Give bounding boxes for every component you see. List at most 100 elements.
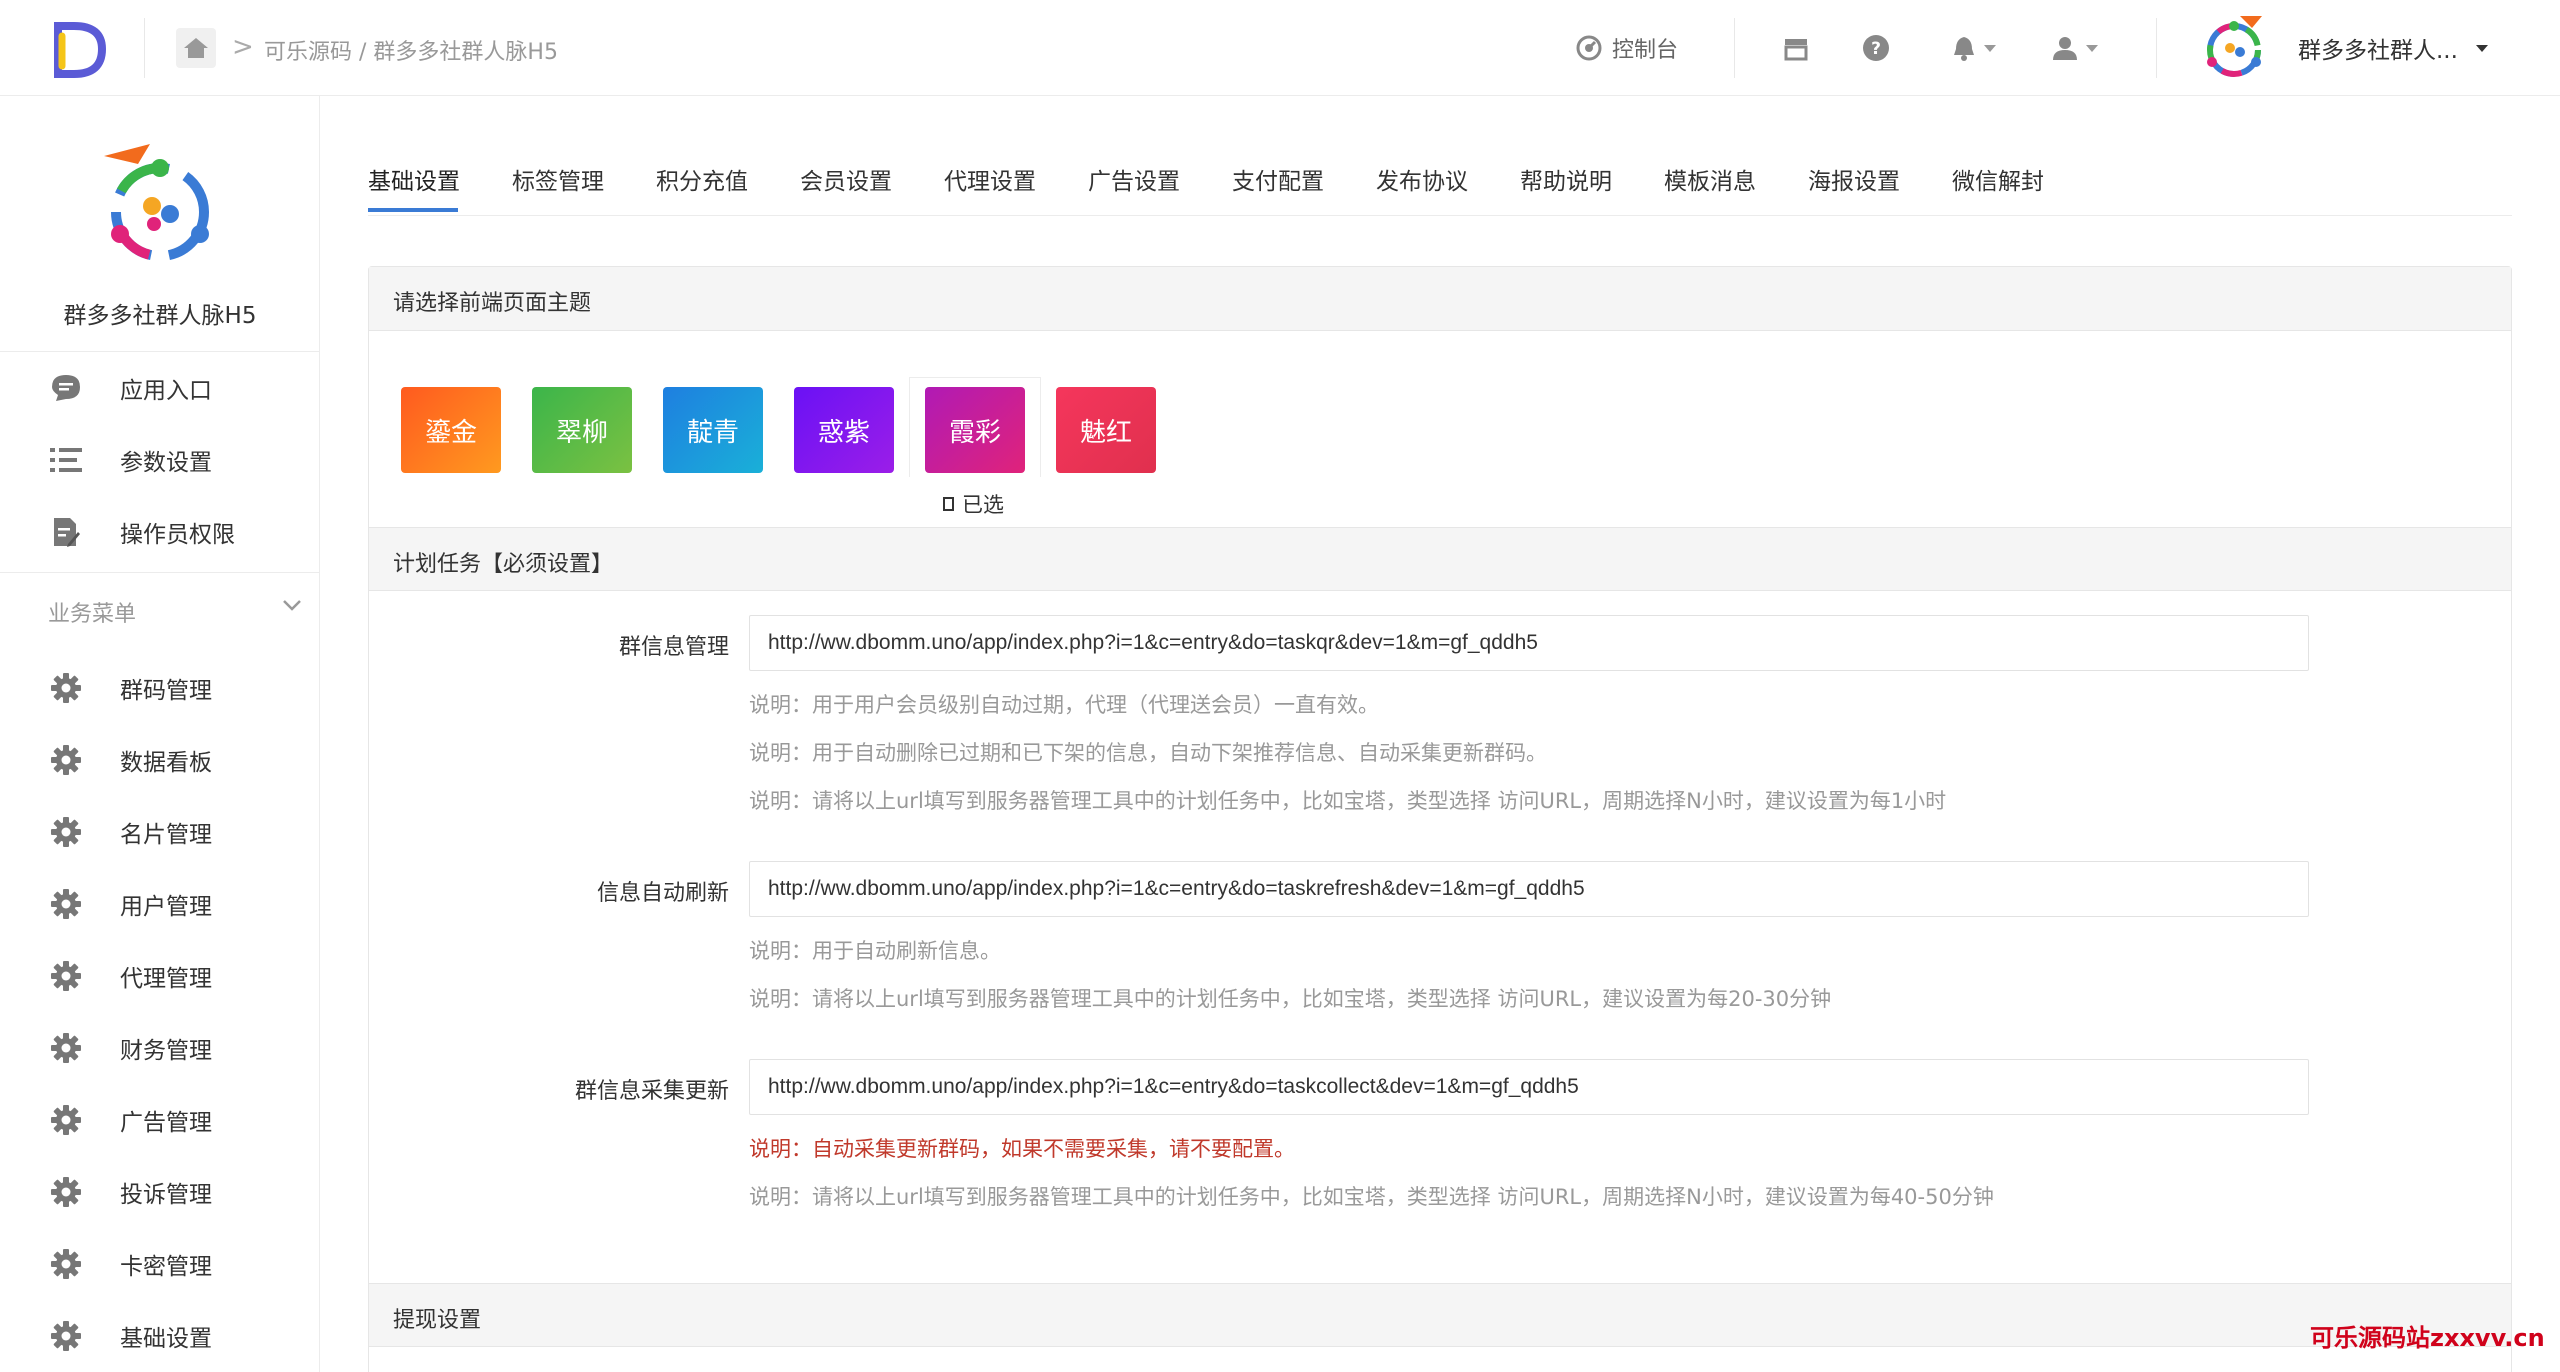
cron-note: 说明：用于自动删除已过期和已下架的信息，自动下架推荐信息、自动采集更新群码。	[749, 741, 1547, 765]
tab-3[interactable]: 积分充值	[656, 162, 748, 196]
sidebar-item-7[interactable]: 广告管理	[0, 1090, 320, 1150]
cron-note: 说明：请将以上url填写到服务器管理工具中的计划任务中，比如宝塔，类型选择 访问…	[749, 789, 1947, 813]
tab-2[interactable]: 标签管理	[512, 162, 604, 196]
sidebar-item-label: 数据看板	[120, 750, 212, 776]
sidebar-item-2[interactable]: 数据看板	[0, 730, 320, 790]
user-icon	[2053, 37, 2077, 60]
selected-indicator: 已选	[943, 489, 1004, 519]
console-label: 控制台	[1612, 38, 1679, 63]
cron-note: 说明：用于自动刷新信息。	[749, 939, 1001, 963]
cron-url-input[interactable]: http://ww.dbomm.uno/app/index.php?i=1&c=…	[749, 861, 2309, 917]
sidebar-item-label: 代理管理	[120, 966, 212, 992]
withdraw-section-header: 提现设置	[369, 1283, 2511, 1347]
chevron-down-icon[interactable]	[282, 598, 302, 612]
sidebar-item-label: 基础设置	[120, 1326, 212, 1352]
selected-label: 已选	[962, 493, 1004, 517]
avatar[interactable]	[2200, 14, 2268, 82]
sidebar-item-6[interactable]: 财务管理	[0, 1018, 320, 1078]
tab-8[interactable]: 发布协议	[1376, 162, 1468, 196]
top-header: > 可乐源码 / 群多多社群人脉H5 控制台 ? 群多多社群人...	[0, 0, 2560, 96]
tab-4[interactable]: 会员设置	[800, 162, 892, 196]
cron-section-header: 计划任务【必须设置】	[369, 527, 2511, 591]
console-link[interactable]: 控制台	[1576, 28, 1678, 68]
theme-option-6[interactable]: 魅红	[1056, 387, 1156, 473]
theme-section-header: 请选择前端页面主题	[369, 267, 2511, 331]
settings-tabs: 基础设置 标签管理 积分充值 会员设置 代理设置 广告设置 支付配置 发布协议 帮助说明 模板消息…	[368, 140, 2512, 216]
theme-option-2[interactable]: 翠柳	[532, 387, 632, 473]
theme-option-5[interactable]: 霞彩	[925, 387, 1025, 473]
user-name: 群多多社群人...	[2298, 38, 2458, 64]
app-title: 群多多社群人脉H5	[63, 303, 257, 329]
theme-option-1[interactable]: 鎏金	[401, 387, 501, 473]
section-title: 提现设置	[393, 1308, 482, 1333]
header-divider	[144, 18, 145, 78]
gear-icon	[50, 816, 82, 848]
help-button[interactable]: ?	[1862, 28, 1890, 68]
sidebar-group-label[interactable]: 业务菜单	[48, 596, 136, 628]
section-title: 请选择前端页面主题	[393, 291, 592, 316]
theme-option-4[interactable]: 惑紫	[794, 387, 894, 473]
notifications-button[interactable]	[1952, 28, 1996, 68]
gear-icon	[50, 1248, 82, 1280]
cron-note: 说明：用于用户会员级别自动过期，代理（代理送会员）一直有效。	[749, 693, 1379, 717]
gear-icon	[50, 744, 82, 776]
sidebar-item-3[interactable]: 名片管理	[0, 802, 320, 862]
sidebar-item-label: 参数设置	[120, 450, 212, 476]
gear-icon	[50, 888, 82, 920]
cron-note: 说明：请将以上url填写到服务器管理工具中的计划任务中，比如宝塔，类型选择 访问…	[749, 1185, 1994, 1209]
store-button[interactable]	[1782, 28, 1810, 68]
sidebar-item-operator-permissions[interactable]: 操作员权限	[0, 502, 320, 562]
sidebar-item-10[interactable]: 基础设置	[0, 1306, 320, 1366]
app-logo[interactable]	[48, 18, 110, 80]
theme-option-3[interactable]: 靛青	[663, 387, 763, 473]
home-icon	[184, 38, 208, 58]
sidebar-divider	[0, 351, 320, 352]
breadcrumb[interactable]: 可乐源码 / 群多多社群人脉H5	[264, 34, 558, 66]
tab-9[interactable]: 帮助说明	[1520, 162, 1612, 196]
tab-11[interactable]: 海报设置	[1808, 162, 1900, 196]
sidebar-item-label: 名片管理	[120, 822, 212, 848]
sidebar-item-label: 投诉管理	[120, 1182, 212, 1208]
cron-row-label: 群信息管理	[618, 635, 729, 660]
watermark: 可乐源码站zxxvv.cn	[2310, 1324, 2545, 1352]
sidebar-item-8[interactable]: 投诉管理	[0, 1162, 320, 1222]
help-icon: ?	[1863, 35, 1889, 61]
sidebar-item-label: 群码管理	[120, 678, 212, 704]
tab-6[interactable]: 广告设置	[1088, 162, 1180, 196]
sidebar-item-4[interactable]: 用户管理	[0, 874, 320, 934]
tab-1[interactable]: 基础设置	[368, 162, 460, 196]
sidebar-item-label: 操作员权限	[120, 522, 235, 548]
header-divider	[1734, 18, 1735, 78]
sidebar-item-params[interactable]: 参数设置	[0, 430, 320, 490]
sidebar-item-label: 应用入口	[120, 378, 212, 404]
chevron-down-icon	[1984, 44, 1996, 52]
sidebar-item-5[interactable]: 代理管理	[0, 946, 320, 1006]
account-menu-button[interactable]	[2052, 28, 2098, 68]
breadcrumb-separator: >	[232, 32, 254, 62]
tab-7[interactable]: 支付配置	[1232, 162, 1324, 196]
gear-icon	[50, 1104, 82, 1136]
list-icon	[50, 444, 82, 476]
store-icon	[1784, 39, 1808, 61]
cron-note: 说明：请将以上url填写到服务器管理工具中的计划任务中，比如宝塔，类型选择 访问…	[749, 987, 1832, 1011]
settings-panel: 请选择前端页面主题 鎏金 翠柳 靛青 惑紫 霞彩 魅红 已选 计划任务【必须设置】 群信息…	[368, 266, 2512, 1372]
sidebar-item-1[interactable]: 群码管理	[0, 658, 320, 718]
tab-5[interactable]: 代理设置	[944, 162, 1036, 196]
sidebar-item-9[interactable]: 卡密管理	[0, 1234, 320, 1294]
gear-icon	[50, 1032, 82, 1064]
cron-row-label: 信息自动刷新	[596, 881, 729, 906]
section-title: 计划任务【必须设置】	[393, 552, 614, 577]
dashboard-icon	[1576, 35, 1602, 61]
home-button[interactable]	[176, 28, 216, 68]
user-menu[interactable]: 群多多社群人...	[2298, 28, 2488, 68]
sidebar-item-label: 用户管理	[120, 894, 212, 920]
cron-url-input[interactable]: http://ww.dbomm.uno/app/index.php?i=1&c=…	[749, 615, 2309, 671]
tab-12[interactable]: 微信解封	[1952, 162, 2044, 196]
app-logo	[104, 144, 209, 261]
checkbox-icon	[943, 497, 954, 511]
tab-10[interactable]: 模板消息	[1664, 162, 1756, 196]
cron-url-input[interactable]: http://ww.dbomm.uno/app/index.php?i=1&c=…	[749, 1059, 2309, 1115]
svg-text:?: ?	[1871, 39, 1881, 59]
sidebar-item-app-entry[interactable]: 应用入口	[0, 358, 320, 418]
sidebar: 群多多社群人脉H5 应用入口 参数设置 操作员权限 业务菜单 群码管理数据看板名…	[0, 96, 320, 1372]
